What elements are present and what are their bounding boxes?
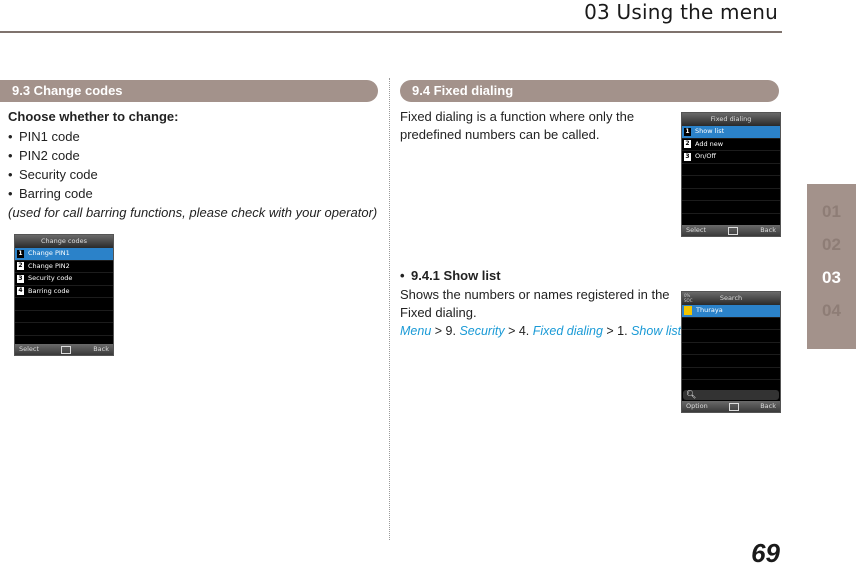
number-icon: 1: [17, 249, 24, 258]
phone-menu-item: 2 Add new: [682, 139, 780, 151]
note-text: (used for call barring functions, please…: [8, 205, 378, 220]
phone-title: Change codes: [15, 235, 113, 248]
phone-menu-item: 1 Change PIN1: [15, 248, 113, 261]
phone-title: Search: [682, 292, 780, 305]
phone-menu-item: 4 Barring code: [15, 286, 113, 298]
softkey-select: Select: [686, 226, 707, 234]
phone-empty-row: [15, 311, 113, 323]
phone-item-label: Change PIN1: [28, 249, 70, 257]
search-field: 🔍︎: [683, 390, 779, 400]
chapter-tab-03[interactable]: 03: [807, 268, 856, 288]
bullet-item: Security code: [8, 165, 98, 184]
phone-screenshot-search: Search 0% SOC Thuraya 🔍︎ Option Back: [681, 291, 781, 413]
path-security: Security: [459, 324, 505, 338]
number-icon: 2: [17, 262, 24, 271]
battery-status-icon: 0% SOC: [684, 293, 693, 303]
phone-item-label: Change PIN2: [28, 261, 70, 270]
chapter-title: 03 Using the menu: [584, 0, 778, 24]
softkey-back: Back: [93, 345, 109, 353]
chapter-tab-01[interactable]: 01: [807, 202, 856, 222]
phone-menu-item: 3 On/Off: [682, 151, 780, 164]
phone-item-label: Thuraya: [696, 306, 723, 314]
phone-empty-row: [682, 201, 780, 214]
bullet-item: Barring code: [8, 184, 93, 203]
softkey-select: Select: [19, 345, 40, 353]
phone-item-label: On/Off: [695, 152, 717, 160]
number-icon: 2: [684, 140, 691, 149]
header-divider: [0, 31, 782, 33]
number-icon: 3: [17, 274, 24, 283]
chapter-tab-02[interactable]: 02: [807, 235, 856, 255]
column-divider: [389, 78, 390, 540]
intro-line: predefined numbers can be called.: [400, 127, 600, 142]
number-icon: 3: [684, 152, 691, 161]
intro-line: Fixed dialing is a function where only t…: [400, 109, 635, 124]
ok-key-icon: [728, 403, 739, 411]
phone-title: Fixed dialing: [682, 113, 780, 126]
path-fixed-dialing: Fixed dialing: [532, 324, 603, 338]
phone-empty-row: [682, 318, 780, 330]
phone-item-label: Security code: [28, 274, 73, 282]
phone-item-label: Barring code: [28, 286, 70, 295]
phone-empty-row: [15, 323, 113, 336]
bullet-item: PIN2 code: [8, 146, 80, 165]
phone-empty-row: [682, 189, 780, 201]
softkey-back: Back: [760, 402, 776, 410]
magnifier-icon: 🔍︎: [686, 390, 697, 399]
softkey-option: Option: [686, 402, 708, 410]
phone-empty-row: [682, 355, 780, 368]
phone-empty-row: [15, 298, 113, 311]
description-line: Shows the numbers or names registered in…: [400, 287, 670, 302]
number-icon: 4: [17, 287, 24, 296]
phone-item-label: Add new: [695, 139, 724, 148]
page-number: 69: [751, 538, 780, 568]
phone-item-label: Show list: [695, 127, 725, 135]
number-icon: 1: [684, 127, 691, 136]
phone-empty-row: [682, 368, 780, 380]
section-header-fixed-dialing: 9.4 Fixed dialing: [400, 80, 779, 102]
phone-empty-row: [682, 330, 780, 343]
phone-empty-row: [682, 164, 780, 176]
phone-softkeys: Option Back: [682, 401, 780, 412]
phone-empty-row: [682, 343, 780, 355]
chapter-tab-04[interactable]: 04: [807, 301, 856, 321]
subsection-title: 9.4.1 Show list: [400, 266, 501, 285]
path-menu: Menu: [400, 324, 432, 338]
phone-screenshot-change-codes: Change codes 1 Change PIN1 2 Change PIN2 3…: [14, 234, 114, 356]
sim-contact-icon: [684, 306, 692, 316]
phone-softkeys: Select Back: [682, 225, 780, 236]
phone-list-item: Thuraya: [682, 305, 780, 318]
phone-menu-item: 3 Security code: [15, 273, 113, 286]
intro-text: Choose whether to change:: [8, 109, 179, 124]
path-sep: > 4.: [504, 324, 533, 338]
chapter-tabs: 01 02 03 04: [807, 184, 856, 349]
path-sep: > 1.: [602, 324, 632, 338]
phone-menu-item: 1 Show list: [682, 126, 780, 139]
ok-key-icon: [728, 227, 739, 235]
path-sep: > 9.: [431, 324, 460, 338]
description-line: Fixed dialing.: [400, 305, 477, 320]
bullet-item: PIN1 code: [8, 127, 80, 146]
phone-empty-row: [682, 176, 780, 189]
ok-key-icon: [61, 346, 72, 354]
softkey-back: Back: [760, 226, 776, 234]
section-header-change-codes: 9.3 Change codes: [0, 80, 378, 102]
phone-screenshot-fixed-dialing: Fixed dialing 1 Show list 2 Add new 3 On/Of…: [681, 112, 781, 237]
phone-softkeys: Select Back: [15, 344, 113, 355]
phone-menu-item: 2 Change PIN2: [15, 261, 113, 273]
path-show-list: Show list: [631, 324, 682, 338]
menu-path: Menu > 9. Security > 4. Fixed dialing > …: [400, 322, 681, 341]
